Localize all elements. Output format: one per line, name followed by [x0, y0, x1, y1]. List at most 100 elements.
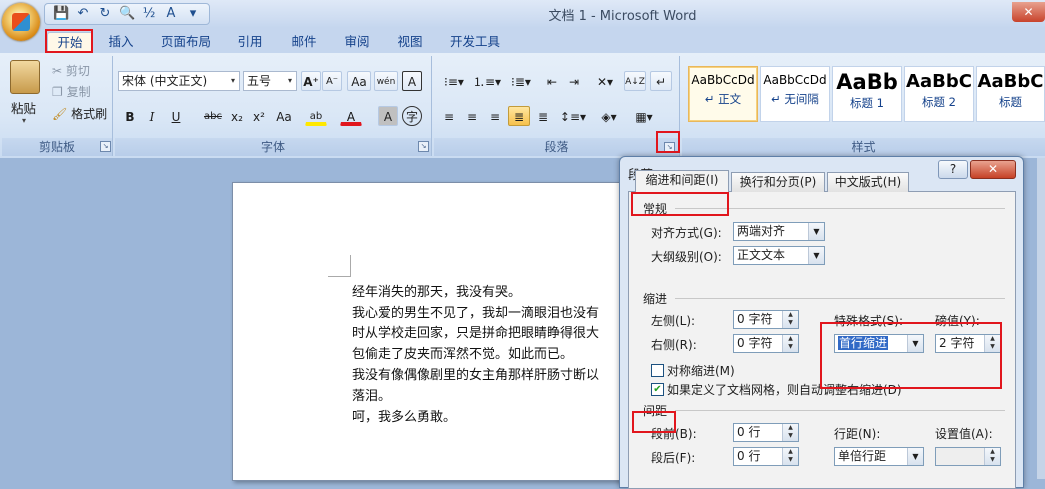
- shading-icon[interactable]: ◈▾: [594, 106, 624, 126]
- mirror-indents-checkbox[interactable]: [651, 364, 664, 377]
- font-color-button[interactable]: A: [340, 106, 362, 126]
- outline-level-select[interactable]: 正文文本 ▼: [733, 246, 825, 265]
- superscript-button[interactable]: x²: [249, 106, 269, 126]
- right-indent-spinner[interactable]: 0 字符 ▲ ▼: [733, 334, 799, 353]
- spinner-arrows-icon[interactable]: ▲ ▼: [782, 448, 798, 465]
- print-preview-icon[interactable]: 🔍: [119, 6, 135, 22]
- line-spacing-icon[interactable]: ↕≡▾: [558, 106, 588, 126]
- increase-indent-icon[interactable]: ⇥: [564, 71, 584, 91]
- style-no-spacing[interactable]: AaBbCcDd ↵ 无间隔: [760, 66, 830, 122]
- chevron-down-icon[interactable]: ▼: [907, 335, 923, 352]
- window-close-button[interactable]: ✕: [1012, 2, 1045, 22]
- chevron-down-icon[interactable]: ▾: [284, 72, 296, 90]
- save-icon[interactable]: 💾: [53, 6, 69, 22]
- space-after-spinner[interactable]: 0 行 ▲ ▼: [733, 447, 799, 466]
- decrease-indent-icon[interactable]: ⇤: [542, 71, 562, 91]
- strikethrough-button[interactable]: abc: [201, 106, 225, 126]
- tab-page-layout[interactable]: 页面布局: [155, 32, 217, 52]
- chevron-down-icon[interactable]: ▾: [227, 72, 239, 90]
- bullets-icon[interactable]: ⁝≡▾: [439, 71, 469, 91]
- doc-paragraph[interactable]: 我心爱的男生不见了，我却一滴眼泪也没有: [352, 302, 599, 321]
- spinner-arrows-icon[interactable]: ▲ ▼: [984, 448, 1000, 465]
- doc-paragraph[interactable]: 呵，我多么勇敢。: [352, 406, 456, 425]
- tab-line-page-breaks[interactable]: 换行和分页(P): [731, 172, 825, 192]
- paste-dropdown-icon[interactable]: ▾: [22, 116, 26, 125]
- style-heading-2[interactable]: AaBbC 标题 2: [904, 66, 974, 122]
- special-indent-select[interactable]: 首行缩进 ▼: [834, 334, 924, 353]
- numbering-icon[interactable]: ⒈≡▾: [472, 71, 502, 91]
- highlight-button[interactable]: ab: [305, 106, 327, 126]
- paste-icon[interactable]: [10, 60, 40, 94]
- show-marks-icon[interactable]: ↵: [650, 71, 672, 91]
- clear-format-button[interactable]: Aa: [347, 71, 371, 91]
- alignment-select[interactable]: 两端对齐 ▼: [733, 222, 825, 241]
- doc-paragraph[interactable]: 我没有像偶像剧里的女主角那样肝肠寸断以: [352, 364, 599, 383]
- line-spacing-select[interactable]: 单倍行距 ▼: [834, 447, 924, 466]
- auto-adjust-checkbox[interactable]: ✔: [651, 383, 664, 396]
- copy-button[interactable]: ❐ 复制: [52, 83, 91, 100]
- align-center-icon[interactable]: ≡: [462, 106, 482, 126]
- char-border-button[interactable]: A: [402, 71, 422, 91]
- spinner-arrows-icon[interactable]: ▲ ▼: [782, 335, 798, 352]
- enclose-char-button[interactable]: 字: [402, 106, 422, 126]
- spinner-arrows-icon[interactable]: ▲ ▼: [984, 335, 1000, 352]
- office-button[interactable]: [2, 3, 40, 41]
- style-heading-1[interactable]: AaBb 标题 1: [832, 66, 902, 122]
- change-case-button[interactable]: Aa: [271, 106, 297, 126]
- redo-icon[interactable]: ↻: [97, 6, 113, 22]
- tab-references[interactable]: 引用: [228, 32, 272, 52]
- space-before-spinner[interactable]: 0 行 ▲ ▼: [733, 423, 799, 442]
- chevron-down-icon[interactable]: ▼: [808, 223, 824, 240]
- underline-button[interactable]: U: [167, 106, 185, 126]
- subscript-button[interactable]: x₂: [227, 106, 247, 126]
- bold-button[interactable]: B: [121, 106, 139, 126]
- spacing-at-spinner[interactable]: ▲ ▼: [935, 447, 1001, 466]
- help-button[interactable]: ?: [938, 160, 968, 179]
- doc-paragraph[interactable]: 包偷走了皮夹而浑然不觉。如此而已。: [352, 343, 573, 362]
- justify-icon[interactable]: ≣: [508, 106, 530, 126]
- font-size-combo[interactable]: 五号 ▾: [243, 71, 297, 91]
- style-normal[interactable]: AaBbCcDd ↵ 正文: [688, 66, 758, 122]
- style-title[interactable]: AaBbC 标题: [976, 66, 1045, 122]
- distributed-icon[interactable]: ≣: [533, 106, 553, 126]
- font-name-combo[interactable]: 宋体 (中文正文) ▾: [118, 71, 240, 91]
- borders-icon[interactable]: ▦▾: [629, 106, 659, 126]
- clipboard-launcher-icon[interactable]: ↘: [100, 141, 111, 152]
- tab-insert[interactable]: 插入: [100, 32, 142, 52]
- tab-home[interactable]: 开始: [47, 32, 93, 53]
- undo-icon[interactable]: ↶: [75, 6, 91, 22]
- fraction-icon[interactable]: ½: [141, 6, 157, 22]
- tab-asian-typography[interactable]: 中文版式(H): [827, 172, 909, 192]
- font-launcher-icon[interactable]: ↘: [418, 141, 429, 152]
- multilevel-list-icon[interactable]: ⁝≣▾: [505, 71, 537, 91]
- sort-icon[interactable]: A↓Z: [624, 71, 646, 91]
- italic-button[interactable]: I: [143, 106, 161, 126]
- format-painter-button[interactable]: 🖌 格式刷: [52, 105, 107, 122]
- doc-paragraph[interactable]: 经年消失的那天，我没有哭。: [352, 281, 521, 300]
- tab-developer[interactable]: 开发工具: [442, 32, 508, 52]
- chevron-down-icon[interactable]: ▼: [907, 448, 923, 465]
- grow-font-button[interactable]: A⁺: [301, 71, 321, 91]
- align-right-icon[interactable]: ≡: [485, 106, 505, 126]
- tab-indents-spacing[interactable]: 缩进和间距(I): [635, 170, 729, 193]
- chevron-down-icon[interactable]: ▼: [808, 247, 824, 264]
- tab-review[interactable]: 审阅: [335, 32, 379, 52]
- font-color-icon[interactable]: A: [163, 6, 179, 22]
- spinner-arrows-icon[interactable]: ▲ ▼: [782, 311, 798, 328]
- phonetic-guide-button[interactable]: wén: [374, 71, 398, 91]
- align-left-icon[interactable]: ≡: [439, 106, 459, 126]
- doc-paragraph[interactable]: 时从学校走回家，只是拼命把眼睛睁得很大: [352, 322, 599, 341]
- char-shading-button[interactable]: A: [378, 106, 398, 126]
- paste-button-label[interactable]: 粘贴: [11, 98, 36, 117]
- spinner-arrows-icon[interactable]: ▲ ▼: [782, 424, 798, 441]
- left-indent-spinner[interactable]: 0 字符 ▲ ▼: [733, 310, 799, 329]
- tab-mailings[interactable]: 邮件: [282, 32, 326, 52]
- chinese-layout-icon[interactable]: ✕▾: [589, 71, 621, 91]
- paragraph-launcher-icon[interactable]: ↘: [664, 142, 675, 153]
- doc-paragraph[interactable]: 落泪。: [352, 385, 391, 404]
- tab-view[interactable]: 视图: [388, 32, 432, 52]
- shrink-font-button[interactable]: A⁻: [322, 71, 342, 91]
- vertical-scrollbar[interactable]: [1037, 158, 1045, 479]
- cut-button[interactable]: ✂ 剪切: [52, 62, 90, 79]
- customize-icon[interactable]: ▾: [185, 6, 201, 22]
